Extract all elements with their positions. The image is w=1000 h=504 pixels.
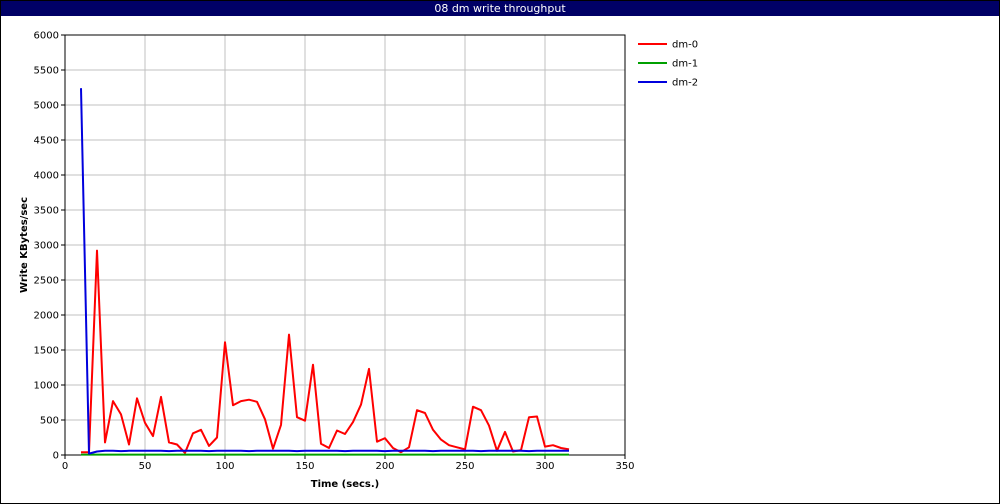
x-tick-label: 100 xyxy=(215,461,234,472)
x-tick-label: 300 xyxy=(535,461,554,472)
y-tick-label: 5500 xyxy=(34,66,59,77)
y-tick-label: 1500 xyxy=(34,346,59,357)
legend-label-dm-0: dm-0 xyxy=(672,40,698,51)
chart-svg: 0 50 100 150 200 250 300 3500500100015002000250… xyxy=(19,31,698,491)
x-tick-label: 350 xyxy=(615,461,634,472)
y-tick-label: 4000 xyxy=(34,171,59,182)
legend-label-dm-1: dm-1 xyxy=(672,59,698,70)
y-tick-label: 1000 xyxy=(34,381,59,392)
legend-label-dm-2: dm-2 xyxy=(672,78,698,89)
x-tick-label: 200 xyxy=(375,461,394,472)
y-tick-label: 0 xyxy=(53,451,59,462)
y-tick-label: 4500 xyxy=(34,136,59,147)
x-tick-label: 50 xyxy=(139,461,152,472)
x-tick-label: 0 xyxy=(62,461,68,472)
x-tick-label: 150 xyxy=(295,461,314,472)
x-axis-title: Time (secs.) xyxy=(311,479,380,490)
y-axis-title: Write KBytes/sec xyxy=(19,197,30,293)
y-tick-label: 500 xyxy=(40,416,59,427)
y-tick-label: 2500 xyxy=(34,276,59,287)
y-tick-label: 6000 xyxy=(34,31,59,42)
x-tick-label: 250 xyxy=(455,461,474,472)
y-tick-label: 5000 xyxy=(34,101,59,112)
y-tick-label: 3000 xyxy=(34,241,59,252)
y-tick-label: 2000 xyxy=(34,311,59,322)
y-tick-label: 3500 xyxy=(34,206,59,217)
